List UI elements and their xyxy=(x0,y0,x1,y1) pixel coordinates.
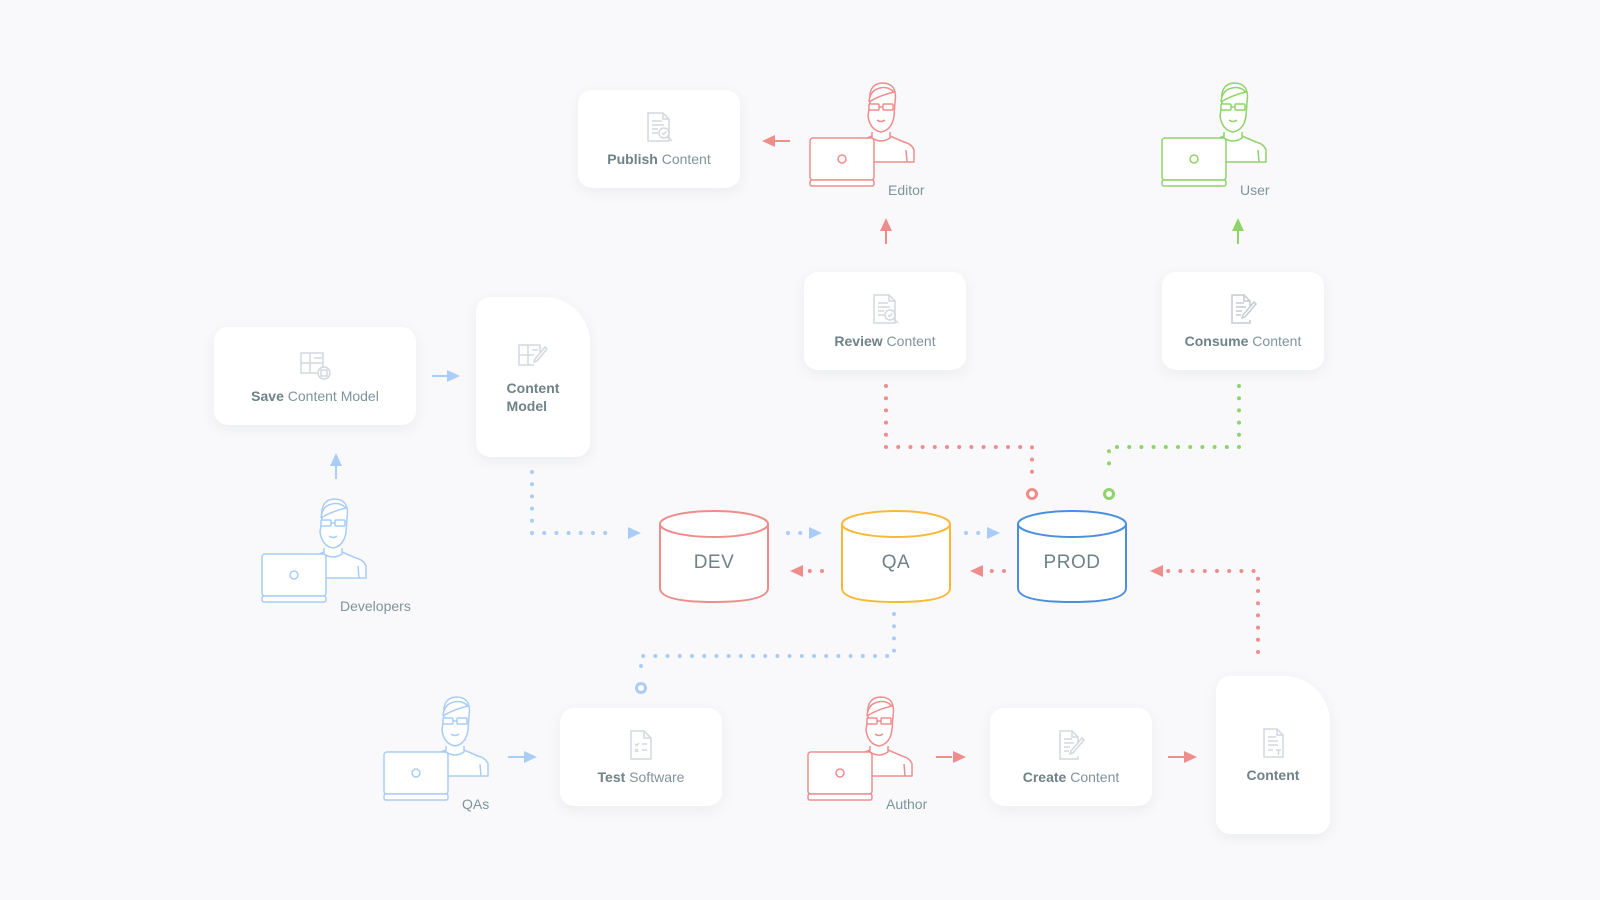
card-label-line2: Model xyxy=(506,398,547,414)
database-label: DEV xyxy=(693,552,735,573)
document-edit-icon xyxy=(1231,294,1258,324)
person-developers[interactable]: Developers xyxy=(260,496,411,626)
arrowhead-to-qa xyxy=(809,527,822,539)
card-label-rest: Content xyxy=(1066,769,1120,785)
person-laptop-icon xyxy=(807,696,913,801)
arrow-author-to-create xyxy=(936,751,966,763)
database-prod[interactable]: PROD xyxy=(1016,508,1128,604)
person-laptop-icon xyxy=(261,498,367,603)
connector-layer xyxy=(330,135,1260,763)
person-laptop-icon xyxy=(383,696,489,801)
card-bold-label: Publish xyxy=(607,151,658,167)
card-label-rest: Software xyxy=(625,769,685,785)
endpoint-consume-ring xyxy=(1103,488,1115,500)
text-document-icon xyxy=(1263,728,1284,758)
card-review-content[interactable]: Review Content xyxy=(804,272,966,370)
person-name: Editor xyxy=(888,182,925,198)
arrowhead-content-to-prod xyxy=(1150,565,1163,577)
person-laptop-icon xyxy=(809,82,915,187)
card-content-model[interactable]: Content Model xyxy=(476,297,590,457)
card-test-software[interactable]: Test Software xyxy=(560,708,722,806)
person-laptop-icon xyxy=(1161,82,1267,187)
card-bold-label: Test xyxy=(597,769,626,785)
database-dev[interactable]: DEV xyxy=(658,508,770,604)
checklist-document-icon xyxy=(630,730,652,760)
endpoint-review-ring xyxy=(1026,488,1038,500)
dotted-qa-to-test xyxy=(639,612,896,672)
database-qa[interactable]: QA xyxy=(840,508,952,604)
card-consume-content[interactable]: Consume Content xyxy=(1162,272,1324,370)
card-bold-label: Save xyxy=(251,388,284,404)
card-bold-label: Review xyxy=(834,333,883,349)
arrow-consume-to-user xyxy=(1232,218,1244,244)
card-bold-label: Consume xyxy=(1184,333,1249,349)
dotted-model-to-dev xyxy=(530,470,616,535)
person-name: Author xyxy=(886,796,928,812)
person-name: User xyxy=(1240,182,1270,198)
arrow-review-to-editor xyxy=(880,218,892,244)
card-label-line1: Content xyxy=(506,380,560,396)
arrow-developers-to-save xyxy=(330,453,342,479)
arrowhead-to-dev xyxy=(628,527,641,539)
arrowhead-to-prod xyxy=(987,527,1000,539)
arrow-create-to-content xyxy=(1168,751,1197,763)
person-user[interactable]: User xyxy=(1160,80,1280,210)
person-qas[interactable]: QAs xyxy=(382,694,502,824)
arrowhead-prod-to-qa xyxy=(970,565,983,577)
arrow-save-to-model xyxy=(432,370,460,382)
person-editor[interactable]: Editor xyxy=(808,80,928,210)
dotted-content-to-prod xyxy=(1162,569,1260,654)
document-edit-icon xyxy=(1059,730,1086,760)
dotted-review-to-prod xyxy=(884,384,1034,477)
card-label-rest: Content xyxy=(1248,333,1302,349)
card-publish-content[interactable]: Publish Content xyxy=(578,90,740,188)
document-search-icon xyxy=(873,294,899,324)
arrow-editor-to-publish xyxy=(762,135,790,147)
table-edit-icon xyxy=(518,344,549,366)
arrow-qas-to-test xyxy=(508,751,537,763)
endpoint-test-ring xyxy=(635,682,647,694)
database-label: PROD xyxy=(1043,552,1101,573)
document-search-icon xyxy=(647,112,673,142)
card-bold-label: Content xyxy=(1246,767,1300,783)
dotted-consume-to-prod xyxy=(1107,384,1241,477)
card-content[interactable]: Content xyxy=(1216,676,1330,834)
card-bold-label: Create xyxy=(1022,769,1067,785)
person-name: Developers xyxy=(340,598,411,614)
database-label: QA xyxy=(881,552,911,573)
table-save-icon xyxy=(300,352,331,380)
card-label-rest: Content Model xyxy=(283,388,379,404)
person-name: QAs xyxy=(462,796,490,812)
person-author[interactable]: Author xyxy=(806,694,928,824)
arrowhead-qa-to-dev xyxy=(790,565,803,577)
card-save-content-model[interactable]: Save Content Model xyxy=(214,327,416,425)
card-label-rest: Content xyxy=(882,333,936,349)
card-label-rest: Content xyxy=(657,151,711,167)
card-create-content[interactable]: Create Content xyxy=(990,708,1152,806)
